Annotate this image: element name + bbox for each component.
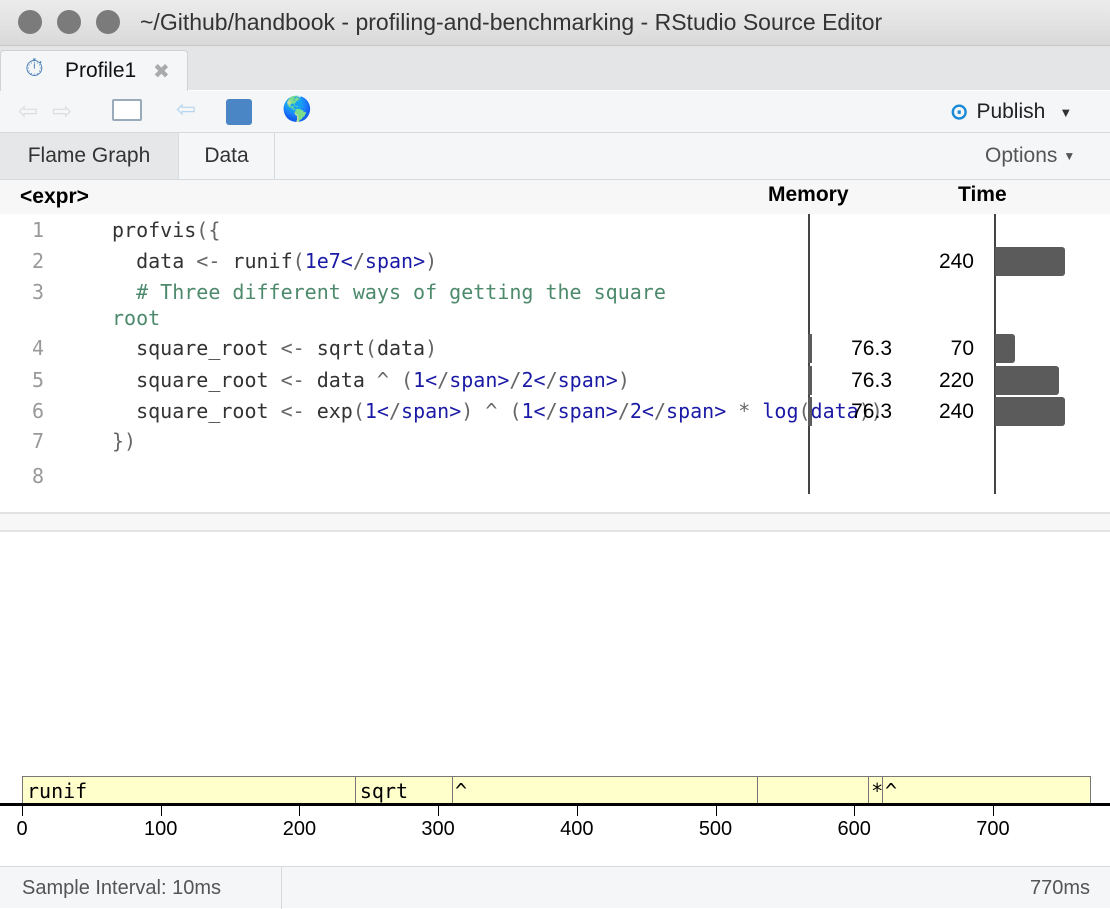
time-bar (995, 366, 1059, 395)
code-line: profvis({ (112, 218, 221, 242)
time-value: 220 (938, 369, 974, 392)
publish-button[interactable]: ⊙ Publish ▼ (950, 99, 1072, 125)
splitter[interactable] (0, 512, 1110, 532)
time-header: Time (958, 183, 1007, 206)
close-tab-icon[interactable]: ✖ (153, 59, 170, 84)
chevron-down-icon: ▼ (1059, 104, 1073, 120)
memory-value: 76.3 (851, 337, 892, 360)
x-axis-line (0, 803, 1110, 806)
expr-header: <expr> (20, 185, 89, 208)
code-line: square_root <- sqrt(data) (112, 336, 438, 360)
line-number: 8 (31, 464, 44, 488)
code-line: square_root <- data ^ (1</span>/2</span>… (112, 368, 630, 392)
memory-value: 76.3 (851, 400, 892, 423)
code-line: # Three different ways of getting the sq… (112, 280, 666, 304)
window-title: ~/Github/handbook - profiling-and-benchm… (140, 9, 883, 35)
line-number: 7 (31, 429, 44, 453)
flame-block[interactable]: * (868, 776, 883, 804)
chevron-down-icon: ▼ (1063, 149, 1076, 163)
options-label: Options (985, 144, 1058, 167)
memory-value: 76.3 (851, 369, 892, 392)
toolbar: ⇦ ⇨ ⇦ 🌎 ⊙ Publish ▼ (0, 91, 1110, 133)
tab-flame-graph[interactable]: Flame Graph (0, 133, 179, 179)
publish-document-icon[interactable]: 🌎 (282, 95, 312, 124)
code-line-wrap: root (112, 306, 161, 330)
memory-bar (808, 366, 812, 395)
options-menu[interactable]: Options ▼ (985, 144, 1075, 168)
time-bar (995, 334, 1016, 363)
save-icon[interactable] (226, 99, 252, 125)
total-time: 770ms (1029, 877, 1090, 899)
publish-label: Publish (976, 100, 1046, 123)
time-bar (995, 247, 1065, 276)
line-number: 5 (31, 368, 44, 392)
x-tick-label: 0 (16, 818, 28, 840)
flame-block[interactable]: ^ (451, 776, 759, 804)
x-tick-label: 700 (976, 818, 1010, 840)
flame-block[interactable]: ^ (881, 776, 1091, 804)
x-tick-label: 300 (421, 818, 455, 840)
back-icon[interactable]: ⇦ (18, 97, 38, 126)
divider (281, 867, 282, 909)
x-tick-label: 200 (282, 818, 317, 840)
memory-bar (808, 334, 812, 363)
close-window-button[interactable] (18, 10, 42, 34)
line-number: 3 (31, 280, 44, 304)
flame-block[interactable] (757, 776, 870, 804)
tab-data[interactable]: Data (179, 133, 275, 179)
flame-block[interactable]: runif (22, 776, 356, 804)
time-value: 240 (938, 400, 974, 423)
sample-interval: Sample Interval: 10ms (22, 877, 221, 899)
profile-tabs: Flame Graph Data Options ▼ (0, 133, 1110, 180)
stopwatch-icon: ⏱ (25, 55, 44, 82)
code-line: data <- runif(1e7</span>) (112, 249, 438, 273)
tab-label: Profile1 (65, 59, 137, 82)
code-line: square_root <- exp(1</span>) ^ (1</span>… (112, 399, 883, 423)
flame-block[interactable]: sqrt (354, 776, 453, 804)
status-bar: Sample Interval: 10ms 770ms (0, 866, 1110, 909)
source-icon[interactable]: ⇦ (176, 95, 196, 124)
line-number: 6 (31, 399, 44, 423)
time-value: 240 (938, 250, 974, 273)
code-line: }) (112, 429, 137, 453)
time-bar (995, 397, 1065, 426)
memory-bar (808, 397, 812, 426)
zoom-window-button[interactable] (96, 10, 120, 34)
line-number: 4 (31, 336, 44, 360)
publish-icon: ⊙ (950, 99, 969, 124)
x-tick-label: 600 (837, 818, 871, 840)
memory-header: Memory (768, 183, 849, 206)
code-header: <expr> Memory Time (0, 180, 1110, 214)
minimize-window-button[interactable] (57, 10, 81, 34)
title-bar: ~/Github/handbook - profiling-and-benchm… (0, 0, 1110, 46)
x-tick-label: 100 (144, 818, 178, 840)
tab-profile1[interactable]: ⏱ Profile1 ✖ (0, 50, 188, 92)
line-number: 2 (31, 249, 44, 273)
time-value: 70 (950, 337, 974, 360)
x-tick-label: 400 (560, 818, 594, 840)
forward-icon[interactable]: ⇨ (52, 97, 72, 126)
line-number: 1 (31, 218, 44, 242)
show-in-window-icon[interactable] (112, 99, 142, 121)
x-tick-label: 500 (698, 818, 733, 840)
